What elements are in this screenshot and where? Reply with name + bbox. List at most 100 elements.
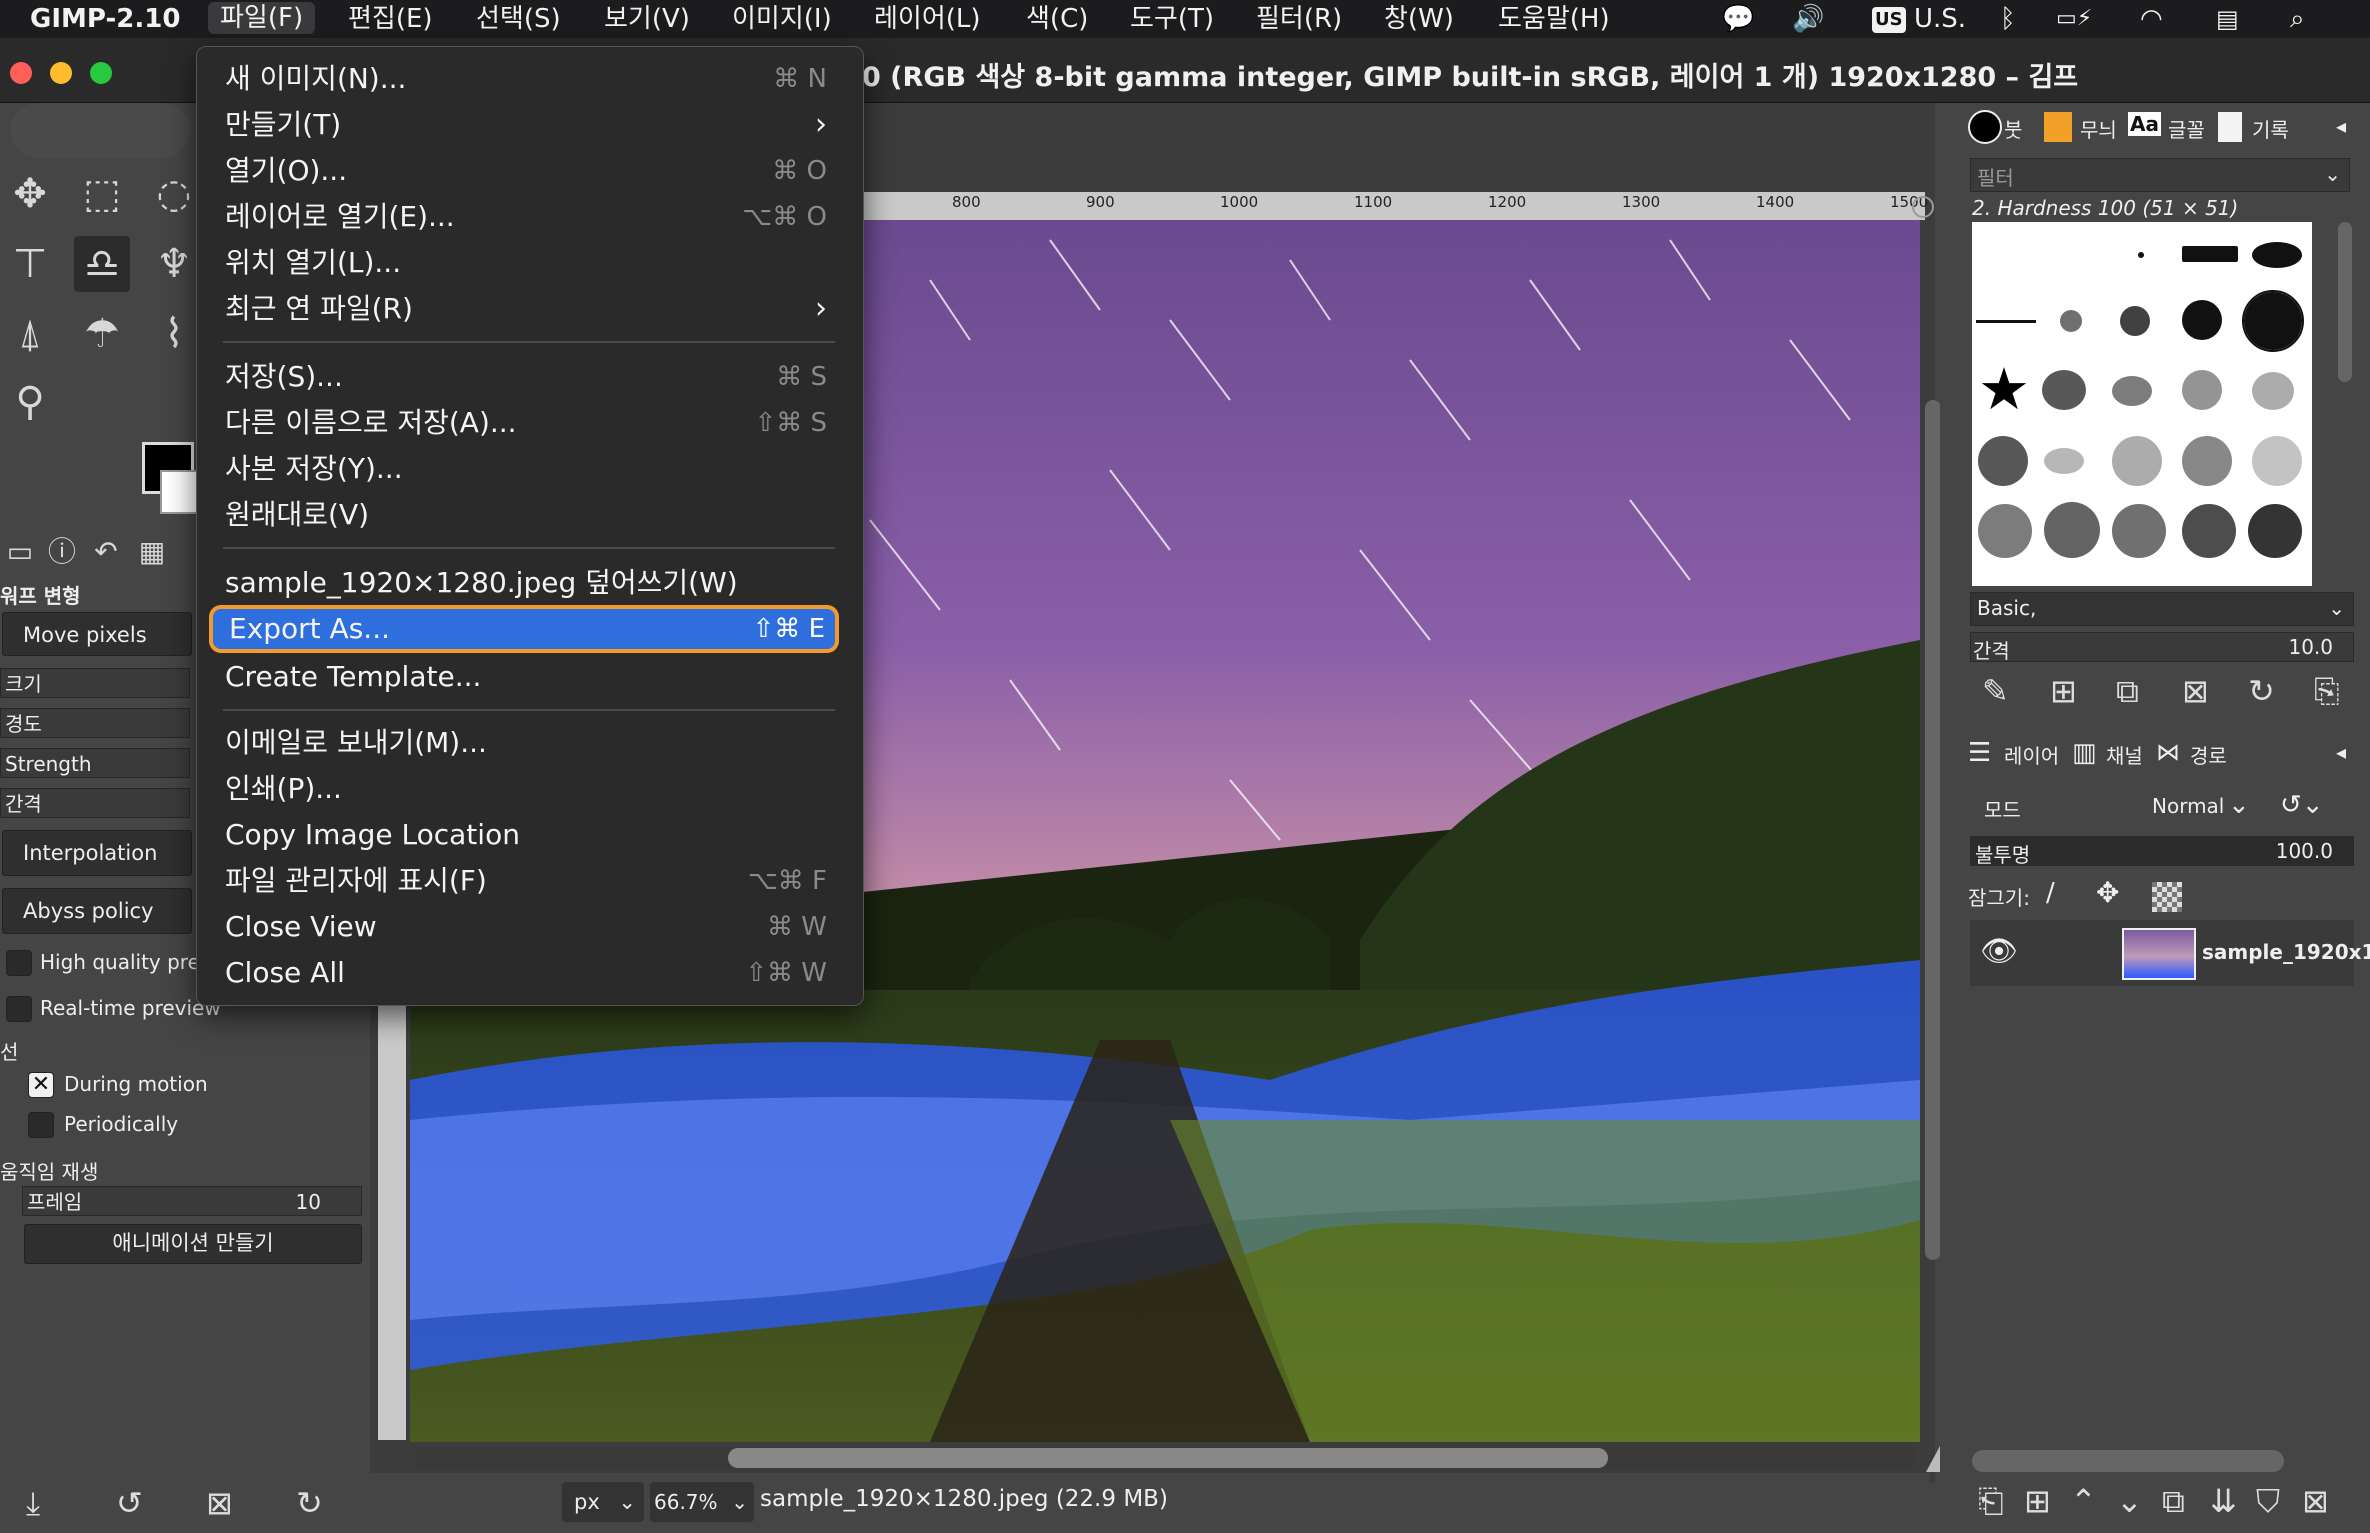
brush-swatch-selected[interactable] (2242, 290, 2304, 352)
menu-filters[interactable]: 필터(R) (1256, 3, 1342, 35)
brush-swatch[interactable] (2182, 300, 2222, 340)
menu-item-save-as[interactable]: 다른 이름으로 저장(A)... ⇧⌘ S (225, 403, 845, 443)
brush-preset-select[interactable]: Basic, ⌄ (1970, 592, 2354, 626)
brush-swatch[interactable] (2044, 502, 2100, 558)
save-options-icon[interactable]: ⤓ (26, 1484, 40, 1523)
horizontal-ruler[interactable]: 800 900 1000 1100 1200 1300 1400 1500 (860, 192, 1928, 220)
brush-swatch[interactable] (2044, 448, 2084, 474)
layer-name[interactable]: sample_1920x1: (2202, 940, 2370, 964)
wifi-icon[interactable]: ◠ (2140, 4, 2163, 34)
menu-tools[interactable]: 도구(T) (1130, 3, 1214, 35)
menu-item-close-all[interactable]: Close All ⇧⌘ W (225, 953, 845, 993)
lasso-tool-icon[interactable]: ◌ (146, 166, 202, 222)
spacing-slider[interactable]: 간격 (0, 788, 190, 818)
brush-swatch[interactable] (2120, 306, 2150, 336)
brush-swatch[interactable] (2060, 310, 2082, 332)
refresh-brushes-icon[interactable]: ↻ (2248, 672, 2275, 710)
mask-icon[interactable]: ⛉ (2256, 1482, 2280, 1521)
volume-icon[interactable]: 🔊 (1792, 4, 1824, 34)
brush-swatch[interactable] (1978, 504, 2032, 558)
menu-windows[interactable]: 창(W) (1384, 3, 1454, 35)
menu-edit[interactable]: 편집(E) (348, 3, 433, 35)
hardness-slider[interactable]: 경도 (0, 708, 190, 738)
vertical-scrollbar[interactable] (1925, 400, 1941, 1260)
delete-layer-icon[interactable]: ⊠ (2302, 1482, 2329, 1520)
menu-item-save-copy[interactable]: 사본 저장(Y)... (225, 449, 845, 489)
new-brush-icon[interactable]: ⊞ (2050, 672, 2077, 710)
brush-filter-input[interactable]: 필터 ⌄ (1970, 158, 2350, 192)
undo-history-tab-icon[interactable]: ↶ (86, 532, 126, 572)
eye-icon[interactable]: 👁 (1980, 934, 2018, 969)
warp-transform-tool-icon[interactable]: ♎ (74, 236, 130, 292)
brush-swatch[interactable] (1978, 436, 2028, 486)
frames-spinner[interactable]: 프레임 10 (22, 1186, 362, 1216)
path-tool-icon[interactable]: ⌇ (146, 306, 202, 362)
patterns-tab-label[interactable]: 무늬 (2080, 114, 2117, 143)
brushes-tab-icon[interactable] (1968, 110, 2002, 144)
close-window-button[interactable] (10, 62, 32, 84)
brush-swatch[interactable] (2252, 372, 2294, 410)
brush-swatch[interactable] (2248, 504, 2302, 558)
zoom-window-button[interactable] (90, 62, 112, 84)
raise-layer-icon[interactable]: ⌃ (2070, 1482, 2097, 1520)
menu-file[interactable]: 파일(F) (208, 2, 316, 34)
history-tab-label[interactable]: 기록 (2252, 114, 2289, 143)
menu-item-revert[interactable]: 원래대로(V) (225, 495, 845, 535)
brush-swatch[interactable] (2112, 436, 2162, 486)
smudge-tool-icon[interactable]: ☂ (74, 306, 130, 362)
brushes-tab-label[interactable]: 붓 (2004, 114, 2022, 143)
create-animation-button[interactable]: 애니메이션 만들기 (24, 1224, 362, 1264)
layers-hscrollbar[interactable] (1972, 1450, 2284, 1472)
during-motion-checkbox[interactable]: ✕ (28, 1072, 54, 1098)
dock-menu-icon[interactable]: ◂ (2336, 740, 2346, 764)
layers-tab-icon[interactable]: ☰ (1968, 738, 1991, 768)
brush-swatch[interactable] (2182, 246, 2238, 262)
layers-tab-label[interactable]: 레이어 (2004, 740, 2059, 769)
menu-item-open-as-layers[interactable]: 레이어로 열기(E)... ⌥⌘ O (225, 197, 845, 237)
crop-tool-icon[interactable]: ⊤ (2, 236, 58, 292)
menu-item-open-recent[interactable]: 최근 연 파일(R) › (225, 289, 845, 329)
fonts-tab-label[interactable]: 글꼴 (2168, 114, 2205, 143)
move-tool-icon[interactable]: ✥ (2, 166, 58, 222)
menu-image[interactable]: 이미지(I) (732, 3, 832, 35)
rect-select-tool-icon[interactable]: ⬚ (74, 166, 130, 222)
brush-swatch[interactable] (2182, 436, 2232, 486)
history-tab-icon[interactable] (2218, 112, 2242, 142)
app-name[interactable]: GIMP-2.10 (30, 3, 180, 35)
new-layer-group-icon[interactable]: ⊞ (2024, 1482, 2051, 1520)
menu-item-create-template[interactable]: Create Template... (225, 657, 845, 697)
duplicate-brush-icon[interactable]: ⧉ (2116, 672, 2139, 711)
chevron-down-icon[interactable]: ⌄ (2228, 790, 2250, 820)
high-quality-preview-checkbox[interactable] (6, 950, 32, 976)
menu-item-copy-location[interactable]: Copy Image Location (225, 815, 845, 855)
brush-swatch[interactable] (2138, 252, 2144, 258)
delete-brush-icon[interactable]: ⊠ (2182, 672, 2209, 710)
unit-select[interactable]: px ⌄ (562, 1482, 644, 1522)
fonts-tab-icon[interactable]: Aa (2128, 112, 2161, 136)
zoom-select[interactable]: 66.7% ⌄ (650, 1482, 754, 1522)
battery-icon[interactable]: ▭⚡ (2056, 4, 2092, 34)
interpolation-select[interactable]: Interpolation (2, 830, 192, 876)
delete-options-icon[interactable]: ⊠ (206, 1484, 233, 1522)
bucket-fill-tool-icon[interactable]: ♆ (146, 236, 202, 292)
brush-swatch[interactable] (2182, 370, 2222, 410)
paths-tab-label[interactable]: 경로 (2190, 740, 2227, 769)
menu-item-open[interactable]: 열기(O)... ⌘ O (225, 151, 845, 191)
brush-as-image-icon[interactable]: ⎘ (2314, 672, 2340, 711)
brush-swatch[interactable] (2112, 376, 2152, 406)
horizontal-scrollbar[interactable] (728, 1448, 1608, 1468)
menu-item-export-as[interactable]: Export As... ⇧⌘ E (209, 605, 839, 653)
device-status-tab-icon[interactable]: ⓘ (42, 532, 82, 572)
brush-swatch[interactable] (2042, 370, 2086, 410)
search-icon[interactable]: ⌕ (2290, 4, 2305, 34)
dock-menu-icon[interactable]: ◂ (2336, 114, 2346, 138)
merge-layer-icon[interactable]: ⇊ (2210, 1482, 2237, 1520)
menu-item-print[interactable]: 인쇄(P)... (225, 769, 845, 809)
realtime-preview-checkbox[interactable] (6, 996, 32, 1022)
lock-alpha-icon[interactable] (2152, 882, 2182, 912)
brush-spacing-slider[interactable]: 간격 10.0 (1970, 632, 2354, 663)
menu-layer[interactable]: 레이어(L) (874, 3, 981, 35)
brush-swatch[interactable] (2252, 242, 2302, 268)
warp-behavior-select[interactable]: Move pixels (2, 612, 192, 656)
brush-swatch[interactable] (2112, 504, 2166, 558)
